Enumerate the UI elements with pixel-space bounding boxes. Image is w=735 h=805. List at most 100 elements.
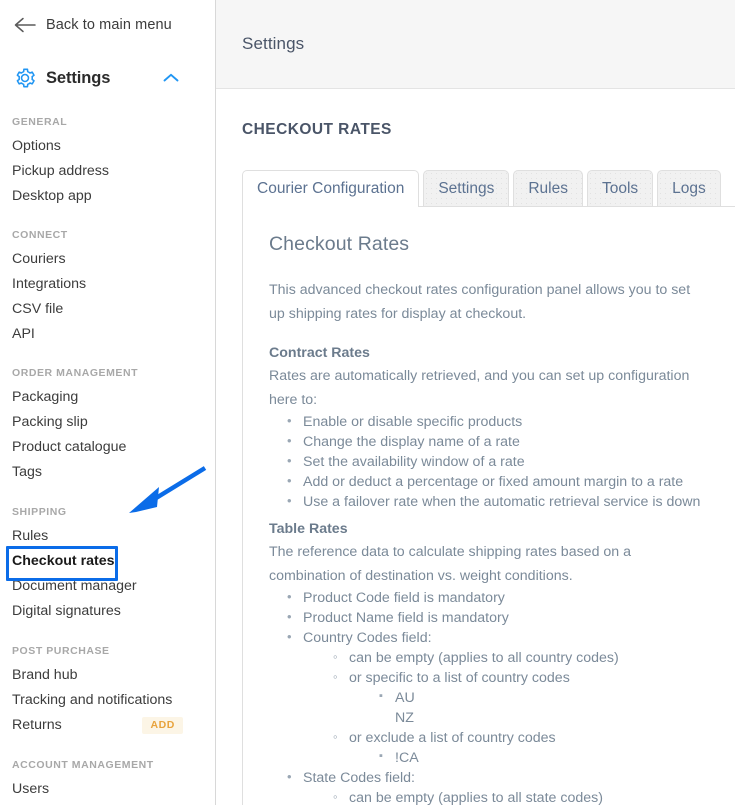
tab-settings[interactable]: Settings — [423, 170, 510, 206]
page-header: CHECKOUT RATES — [216, 89, 735, 139]
topbar: Settings — [216, 0, 735, 89]
country-code-specific-examples: AU NZ — [375, 686, 705, 728]
page-title: CHECKOUT RATES — [242, 121, 392, 138]
tabs-zone: Courier Configuration Settings Rules Too… — [216, 170, 735, 207]
list-item: AU — [375, 686, 705, 708]
list-item: can be empty (applies to all state codes… — [329, 787, 705, 805]
tab-tools[interactable]: Tools — [586, 170, 654, 206]
main-content: Settings CHECKOUT RATES Courier Configur… — [216, 0, 735, 805]
sidebar-item-label: Tracking and notifications — [12, 692, 173, 708]
list-item: Enable or disable specific products — [283, 411, 705, 432]
sidebar-item-label: Integrations — [12, 276, 87, 292]
topbar-title: Settings — [242, 34, 305, 53]
sidebar-item-label: Returns — [12, 717, 62, 733]
contract-rates-heading: Contract Rates — [269, 345, 370, 361]
list-item: Product Code field is mandatory — [283, 587, 705, 608]
state-codes-options: can be empty (applies to all state codes… — [329, 787, 705, 805]
panel-intro-text: This advanced checkout rates configurati… — [269, 282, 691, 322]
sidebar-item-packaging[interactable]: Packaging — [0, 385, 215, 410]
sidebar-item-product-catalogue[interactable]: Product catalogue — [0, 435, 215, 460]
sidebar-item-label: Document manager — [12, 578, 137, 594]
tab-label: Courier Configuration — [257, 180, 405, 197]
state-codes-label: State Codes field: — [303, 770, 415, 786]
list-item: NZ — [395, 710, 414, 726]
sidebar-section-label-post-purchase: POST PURCHASE — [12, 645, 110, 657]
sidebar-item-label: Product catalogue — [12, 439, 127, 455]
sidebar-item-label: Users — [12, 781, 50, 797]
sidebar-item-tags[interactable]: Tags — [0, 460, 215, 485]
list-item: !CA — [375, 746, 705, 768]
sidebar-item-csv-file[interactable]: CSV file — [0, 297, 215, 322]
sidebar-item-pickup-address[interactable]: Pickup address — [0, 159, 215, 184]
tab-label: Settings — [438, 180, 495, 197]
list-item: can be empty (applies to all country cod… — [329, 647, 705, 668]
country-codes-options: can be empty (applies to all country cod… — [329, 647, 705, 768]
sidebar-item-label: Tags — [12, 464, 42, 480]
sidebar-item-label: Checkout rates — [12, 553, 115, 569]
sidebar-section-label-account-management: ACCOUNT MANAGEMENT — [12, 759, 154, 771]
sidebar-item-integrations[interactable]: Integrations — [0, 272, 215, 297]
country-code-exclude-examples: !CA — [375, 746, 705, 768]
option-label: or specific to a list of country codes — [349, 670, 570, 686]
sidebar-item-label: Pickup address — [12, 163, 109, 179]
gear-icon — [12, 66, 38, 90]
sidebar-item-couriers[interactable]: Couriers — [0, 247, 215, 272]
option-label: or exclude a list of country codes — [349, 730, 556, 746]
list-item: Change the display name of a rate — [283, 431, 705, 452]
sidebar-item-options[interactable]: Options — [0, 134, 215, 159]
contract-rates-intro: Rates are automatically retrieved, and y… — [269, 368, 690, 408]
sidebar-item-rules[interactable]: Rules — [0, 524, 215, 549]
list-item: Set the availability window of a rate — [283, 451, 705, 472]
list-item: Country Codes field: can be empty (appli… — [283, 627, 705, 768]
settings-page: Back to main menu Settings GENERAL Optio… — [0, 0, 735, 805]
sidebar-settings-title: Settings — [46, 68, 111, 87]
country-codes-label: Country Codes field: — [303, 630, 432, 646]
chevron-up-icon[interactable] — [163, 70, 179, 86]
sidebar-item-desktop-app[interactable]: Desktop app — [0, 184, 215, 209]
list-item: Use a failover rate when the automatic r… — [283, 491, 705, 512]
sidebar-item-brand-hub[interactable]: Brand hub — [0, 663, 215, 688]
list-item: or exclude a list of country codes !CA — [329, 727, 705, 768]
sidebar-item-label: Brand hub — [12, 667, 78, 683]
sidebar-section-label-shipping: SHIPPING — [12, 506, 67, 518]
sidebar-item-users[interactable]: Users — [0, 777, 215, 802]
arrow-left-icon — [12, 14, 38, 36]
sidebar-section-label-general: GENERAL — [12, 116, 68, 128]
sidebar-item-label: Options — [12, 138, 61, 154]
table-rates-heading: Table Rates — [269, 521, 348, 537]
list-item: Product Name field is mandatory — [283, 607, 705, 628]
tab-panel-courier-configuration: Checkout Rates This advanced checkout ra… — [242, 206, 735, 805]
panel-heading: Checkout Rates — [269, 233, 410, 255]
tab-logs[interactable]: Logs — [657, 170, 721, 206]
tab-courier-configuration[interactable]: Courier Configuration — [242, 170, 420, 207]
list-item: Add or deduct a percentage or fixed amou… — [283, 471, 705, 492]
list-item: or specific to a list of country codes A… — [329, 667, 705, 728]
settings-sidebar: Back to main menu Settings GENERAL Optio… — [0, 0, 216, 805]
sidebar-item-returns[interactable]: Returns ADD — [0, 713, 215, 738]
sidebar-item-api[interactable]: API — [0, 322, 215, 347]
tab-label: Tools — [601, 180, 639, 197]
tab-rules[interactable]: Rules — [513, 170, 583, 206]
sidebar-item-label: Rules — [12, 528, 49, 544]
sidebar-item-checkout-rates[interactable]: Checkout rates — [0, 546, 215, 581]
list-item: State Codes field: can be empty (applies… — [283, 767, 705, 805]
table-rates-list: Product Code field is mandatory Product … — [283, 587, 705, 805]
sidebar-item-packing-slip[interactable]: Packing slip — [0, 410, 215, 435]
contract-rates-list: Enable or disable specific products Chan… — [283, 411, 705, 512]
back-to-main-menu-label: Back to main menu — [46, 17, 172, 33]
sidebar-item-label: Couriers — [12, 251, 66, 267]
tab-label: Logs — [672, 180, 706, 197]
sidebar-item-label: Digital signatures — [12, 603, 121, 619]
sidebar-section-label-order-management: ORDER MANAGEMENT — [12, 367, 139, 379]
sidebar-item-document-manager[interactable]: Document manager — [0, 574, 215, 599]
sidebar-item-label: Packing slip — [12, 414, 88, 430]
sidebar-section-label-connect: CONNECT — [12, 229, 68, 241]
sidebar-settings-header[interactable]: Settings — [0, 58, 215, 98]
tab-bar: Courier Configuration Settings Rules Too… — [242, 170, 735, 207]
back-to-main-menu-button[interactable]: Back to main menu — [0, 3, 215, 47]
sidebar-item-label: Packaging — [12, 389, 79, 405]
sidebar-item-label: API — [12, 326, 35, 342]
add-badge[interactable]: ADD — [142, 717, 183, 734]
sidebar-item-digital-signatures[interactable]: Digital signatures — [0, 599, 215, 624]
sidebar-item-tracking-and-notifications[interactable]: Tracking and notifications — [0, 688, 215, 713]
